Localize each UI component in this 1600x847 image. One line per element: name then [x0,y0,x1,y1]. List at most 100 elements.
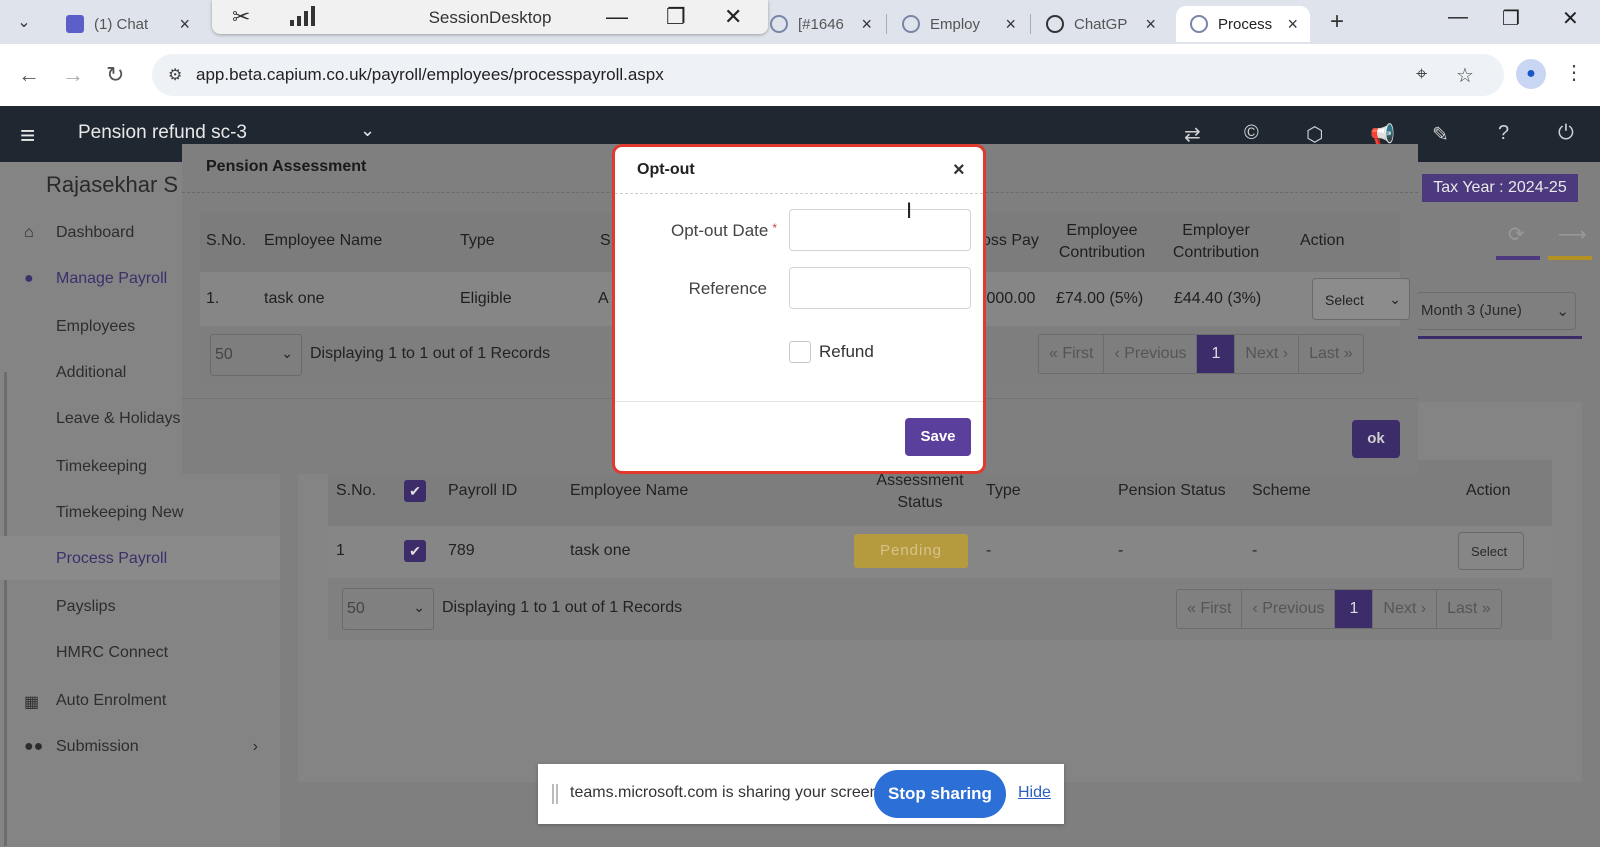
screen-share-banner: teams.microsoft.com is sharing your scre… [538,764,1064,824]
pension-action-select[interactable]: Select ⌄ [1312,278,1410,320]
modal-title: Pension Assessment [206,158,367,175]
row-checkbox[interactable]: ✔ [404,540,426,562]
home-icon: ⌂ [24,224,34,241]
grid-icon: ▦ [24,694,40,711]
month-underline [1396,336,1582,339]
location-pin-icon[interactable]: ⌖ [1416,63,1427,86]
user-icon: ● [24,270,34,287]
refund-checkbox[interactable] [789,341,811,363]
sidebar-item-timekeeping-new[interactable]: Timekeeping New [0,492,280,536]
capium-icon [770,15,788,33]
new-tab-plus-icon[interactable]: + [1330,8,1344,36]
chevron-down-icon[interactable]: ⌄ [360,120,375,141]
company-selector[interactable]: Pension refund sc-3 [78,122,247,144]
grid-footer: 50 ⌄ Displaying 1 to 1 out of 1 Records … [328,578,1552,640]
chevron-down-icon: ⌄ [1556,303,1569,320]
sidebar-item-payslips[interactable]: Payslips [0,586,280,630]
tab-separator [886,14,887,34]
user-name: Rajasekhar S [46,172,179,197]
status-bar-yellow [1548,256,1592,260]
restore-icon[interactable]: ❐ [1502,6,1520,31]
pager-last[interactable]: Last » [1437,590,1501,628]
close-icon[interactable]: × [953,159,965,182]
browser-menu-icon[interactable]: ⋮ [1564,60,1584,85]
required-mark: * [772,221,777,235]
divider [615,193,983,194]
divider [615,401,983,402]
pager-last[interactable]: Last » [1299,335,1363,373]
opt-out-date-field[interactable] [789,209,971,251]
close-window-icon[interactable]: ✕ [1562,6,1579,31]
browser-tab-chatgpt[interactable]: ChatGP × [1032,6,1168,42]
session-restore-icon[interactable]: ❐ [666,4,686,30]
browser-tab-teams-chat[interactable]: (1) Chat × [52,6,202,42]
status-badge: Pending [854,534,968,568]
ok-button[interactable]: ok [1352,420,1400,458]
pager-current[interactable]: 1 [1197,335,1236,373]
help-icon[interactable]: ? [1498,122,1509,145]
modal-title: Opt-out [637,161,695,178]
records-info: Displaying 1 to 1 out of 1 Records [442,599,683,616]
page-size-select[interactable]: 50 ⌄ [342,588,434,630]
reference-label: Reference [688,279,767,298]
refresh-icon[interactable]: ⟳ [1508,222,1525,247]
drag-handle-icon[interactable] [552,784,558,804]
save-button[interactable]: Save [905,418,971,456]
stop-sharing-button[interactable]: Stop sharing [874,770,1006,818]
browser-tab-employees[interactable]: Employ × [888,6,1028,42]
close-tab-icon[interactable]: × [1145,14,1156,35]
teams-icon [66,15,84,33]
minimize-icon[interactable]: — [1448,6,1468,29]
page-size-select[interactable]: 50 ⌄ [210,334,302,376]
pagination: « First ‹ Previous 1 Next › Last » [1176,589,1502,629]
close-tab-icon[interactable]: × [861,14,872,35]
pager-next[interactable]: Next › [1373,590,1438,628]
pager-previous[interactable]: ‹ Previous [1242,590,1336,628]
pager-first[interactable]: « First [1039,335,1105,373]
select-all-checkbox[interactable]: ✔ [404,480,426,502]
chevron-right-icon: › [252,738,258,755]
pager-first[interactable]: « First [1177,590,1243,628]
capium-logo-icon[interactable]: © [1244,122,1259,145]
hamburger-menu-icon[interactable]: ≡ [20,120,35,151]
capium-icon [902,15,920,33]
sidebar-item-auto-enrolment[interactable]: ▦ Auto Enrolment [0,680,280,724]
reload-icon[interactable]: ↻ [106,62,124,88]
forward-arrow-icon[interactable]: → [62,62,84,88]
bookmark-star-icon[interactable]: ☆ [1456,63,1474,88]
chevron-down-icon: ⌄ [281,345,293,361]
row-action-select[interactable]: Select [1458,532,1524,570]
back-arrow-icon[interactable]: ← [18,62,40,88]
pager-next[interactable]: Next › [1235,335,1300,373]
power-icon[interactable]: ⏻ [1558,122,1574,145]
session-close-icon[interactable]: ✕ [724,4,742,30]
arrow-right-icon[interactable]: ⟶ [1558,222,1587,247]
session-minimize-icon[interactable]: — [606,4,628,30]
opt-out-modal: Opt-out × Opt-out Date * Reference Refund… [612,144,986,474]
profile-avatar-icon[interactable]: ● [1516,59,1546,89]
sidebar-item-process-payroll[interactable]: Process Payroll [0,536,280,580]
tab-search-chevron-icon[interactable]: ⌄ [10,10,38,36]
pager-previous[interactable]: ‹ Previous [1104,335,1198,373]
sidebar-item-hmrc-connect[interactable]: HMRC Connect [0,632,280,676]
status-bar-purple [1496,256,1540,260]
sidebar-item-submission[interactable]: ●● Submission › [0,726,280,770]
month-select[interactable]: Month 3 (June) ⌄ [1416,292,1576,330]
reference-field[interactable] [789,267,971,309]
browser-tab-process-payroll[interactable]: Process × [1176,6,1310,42]
ticket-icon[interactable]: ✎ [1432,122,1449,147]
share-message: teams.microsoft.com is sharing your scre… [570,784,883,801]
site-info-icon[interactable]: ⚙ [168,65,182,85]
tab-separator [1030,14,1031,34]
close-tab-icon[interactable]: × [179,14,190,35]
close-tab-icon[interactable]: × [1005,14,1016,35]
refund-label: Refund [819,342,874,361]
browser-tab-ticket[interactable]: [#1646 × [756,6,884,42]
url-text[interactable]: app.beta.capium.co.uk/payroll/employees/… [196,65,664,85]
address-bar[interactable]: ⚙ app.beta.capium.co.uk/payroll/employee… [152,54,1504,96]
pager-current[interactable]: 1 [1335,590,1374,628]
session-desktop-bar: ✂ SessionDesktop — ❐ ✕ [212,0,768,34]
browser-toolbar: ← → ↻ ⚙ app.beta.capium.co.uk/payroll/em… [0,44,1600,106]
hide-link[interactable]: Hide [1018,784,1051,802]
close-tab-icon[interactable]: × [1287,14,1298,35]
